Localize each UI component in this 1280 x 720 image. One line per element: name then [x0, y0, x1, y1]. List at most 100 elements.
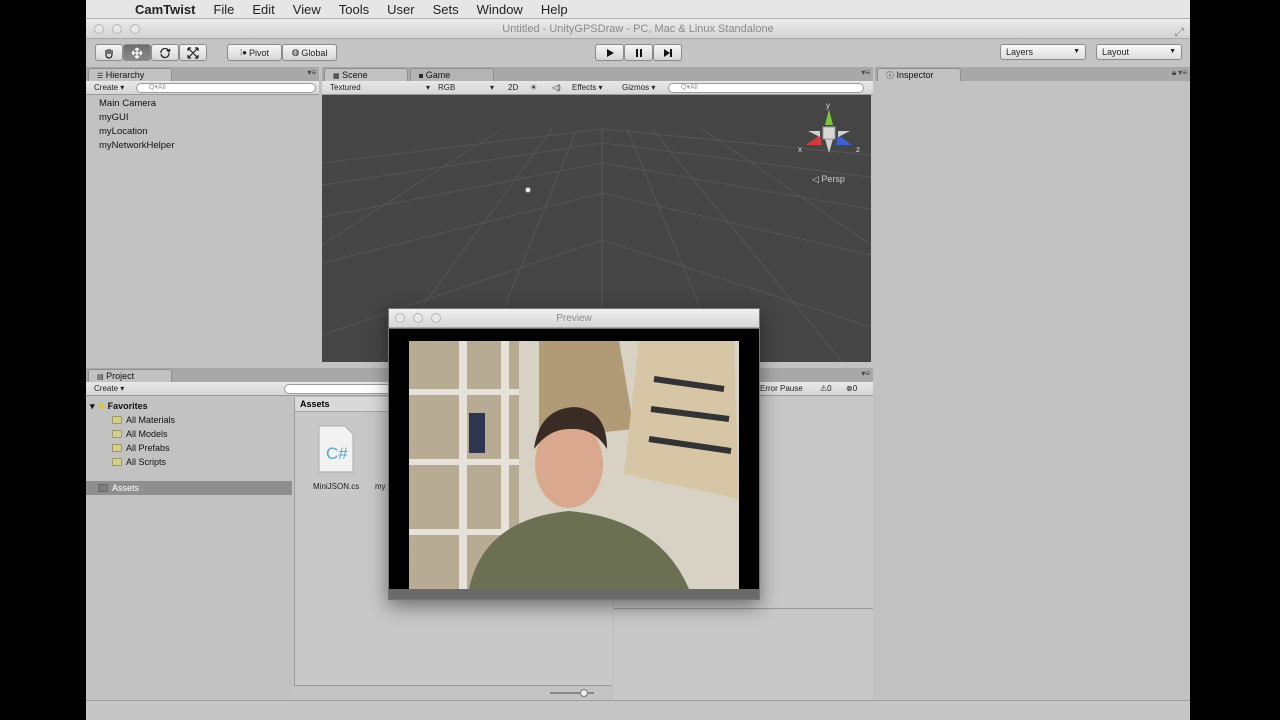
hierarchy-item-mynetworkhelper[interactable]: myNetworkHelper: [99, 140, 175, 151]
hand-tool-button[interactable]: [95, 44, 123, 61]
menu-edit[interactable]: Edit: [243, 2, 283, 17]
menu-help[interactable]: Help: [532, 2, 577, 17]
globe-icon: ◍: [291, 47, 300, 57]
hierarchy-subbar: Create ▾ Q▾All: [86, 81, 319, 95]
move-arrows-icon: [131, 47, 143, 58]
menu-tools[interactable]: Tools: [330, 2, 378, 17]
menu-user[interactable]: User: [378, 2, 423, 17]
search-folder-icon: [112, 430, 122, 438]
fullscreen-icon[interactable]: ⤢: [1174, 22, 1184, 42]
hierarchy-item-mylocation[interactable]: myLocation: [99, 126, 148, 137]
scene-object-marker[interactable]: [525, 187, 531, 193]
toggle-2d-label: 2D: [508, 83, 519, 92]
toggle-2d-button[interactable]: 2D: [508, 83, 518, 92]
effects-label: Effects: [572, 83, 597, 92]
console-detail-area[interactable]: [614, 610, 873, 700]
play-button[interactable]: [595, 44, 624, 61]
hierarchy-panel: ☰ Hierarchy ▾≡ Create ▾ Q▾All Main Camer…: [86, 67, 319, 363]
assets-tree-row[interactable]: Assets: [86, 481, 292, 495]
error-pause-label: Error Pause: [760, 384, 803, 393]
main-toolbar: ⁞● Pivot ◍ Global Layers ▼ Layout ▼: [86, 40, 1190, 67]
webcam-image: [409, 341, 739, 589]
tab-game[interactable]: ◙ Game: [410, 68, 494, 81]
tab-hierarchy-label: Hierarchy: [105, 70, 145, 80]
scene-tabstrip: ▦ Scene ◙ Game ▾≡: [322, 67, 873, 81]
hand-icon: [105, 48, 113, 59]
error-pause-toggle[interactable]: Error Pause: [760, 384, 803, 393]
shading-label: Textured: [330, 83, 361, 92]
error-count-badge[interactable]: ⊗0: [846, 384, 857, 393]
pivot-toggle[interactable]: ⁞● Pivot: [227, 44, 282, 61]
warning-count-badge[interactable]: ⚠0: [820, 384, 832, 393]
orientation-gizmo-icon[interactable]: y x z: [796, 101, 862, 161]
audio-icon[interactable]: ◁): [552, 83, 561, 92]
tab-hierarchy[interactable]: ☰ Hierarchy: [88, 68, 172, 81]
search-folder-icon: [112, 458, 122, 466]
favorites-header[interactable]: ▾ ★ Favorites: [90, 401, 148, 412]
rotate-icon: [160, 47, 171, 58]
render-mode-dropdown[interactable]: RGB: [438, 83, 455, 92]
layers-dropdown[interactable]: Layers ▼: [1000, 44, 1086, 60]
asset-file-name[interactable]: MiniJSON.cs: [313, 482, 359, 491]
project-search-input[interactable]: [284, 384, 404, 394]
scene-search-input[interactable]: Q▾All: [668, 83, 864, 93]
breadcrumb-label: Assets: [300, 399, 330, 409]
favorite-label: All Materials: [126, 415, 176, 425]
step-button[interactable]: [653, 44, 682, 61]
hierarchy-item-mygui[interactable]: myGUI: [99, 112, 129, 123]
project-create-button[interactable]: Create ▾: [94, 384, 124, 393]
menu-window[interactable]: Window: [468, 2, 532, 17]
preview-titlebar[interactable]: Preview: [389, 309, 759, 328]
tab-scene-label: Scene: [342, 70, 368, 80]
lighting-icon[interactable]: ☀: [530, 83, 537, 92]
play-icon: [606, 48, 614, 57]
preview-minimize-button[interactable]: [413, 313, 423, 323]
panel-menu-icon[interactable]: ▾≡: [307, 68, 316, 77]
tab-project[interactable]: ▤ Project: [88, 369, 172, 382]
lock-icon[interactable]: 🔒︎ ▾≡: [1172, 68, 1187, 78]
chevron-down-icon: ▾: [426, 83, 431, 92]
preview-zoom-button[interactable]: [431, 313, 441, 323]
menu-file[interactable]: File: [204, 2, 243, 17]
step-icon: [663, 48, 672, 57]
scale-icon: [187, 46, 199, 59]
hierarchy-search-input[interactable]: Q▾All: [136, 83, 316, 93]
scale-tool-button[interactable]: [179, 44, 207, 61]
hierarchy-create-button[interactable]: Create ▾: [94, 83, 124, 92]
zoom-window-button[interactable]: [130, 24, 140, 34]
close-window-button[interactable]: [94, 24, 104, 34]
svg-text:x: x: [798, 145, 802, 154]
move-tool-button[interactable]: [123, 44, 151, 61]
csharp-file-icon[interactable]: C#: [317, 424, 355, 474]
favorite-all-prefabs[interactable]: All Prefabs: [112, 443, 170, 453]
hierarchy-item-main-camera[interactable]: Main Camera: [99, 98, 156, 109]
global-toggle[interactable]: ◍ Global: [282, 44, 337, 61]
effects-dropdown[interactable]: Effects ▾: [572, 83, 603, 92]
project-tree: ▾ ★ Favorites All Materials All Models A…: [86, 397, 292, 700]
panel-menu-icon[interactable]: ▾≡: [861, 369, 870, 378]
minimize-window-button[interactable]: [112, 24, 122, 34]
tab-inspector[interactable]: ⓘ Inspector: [877, 68, 961, 81]
favorites-label: Favorites: [107, 401, 148, 411]
menu-sets[interactable]: Sets: [424, 2, 468, 17]
favorite-all-materials[interactable]: All Materials: [112, 415, 175, 425]
asset-file-name[interactable]: my: [375, 482, 386, 491]
preview-close-button[interactable]: [395, 313, 405, 323]
menu-view[interactable]: View: [284, 2, 330, 17]
shading-dropdown[interactable]: Textured: [330, 83, 361, 92]
pivot-icon: ⁞●: [239, 48, 248, 57]
favorite-all-scripts[interactable]: All Scripts: [112, 457, 166, 467]
gizmos-dropdown[interactable]: Gizmos ▾: [622, 83, 655, 92]
inspector-tabstrip: ⓘ Inspector 🔒︎ ▾≡: [875, 67, 1190, 81]
zoom-slider-thumb[interactable]: [580, 689, 588, 697]
rotate-tool-button[interactable]: [151, 44, 179, 61]
tab-scene[interactable]: ▦ Scene: [324, 68, 408, 81]
search-folder-icon: [112, 416, 122, 424]
panel-menu-icon[interactable]: ▾≡: [861, 68, 870, 77]
menu-camtwist[interactable]: CamTwist: [126, 2, 204, 17]
favorite-all-models[interactable]: All Models: [112, 429, 168, 439]
pause-button[interactable]: [624, 44, 653, 61]
persp-text: Persp: [821, 174, 845, 184]
perspective-label[interactable]: ◁ Persp: [812, 174, 845, 185]
layout-dropdown[interactable]: Layout ▼: [1096, 44, 1182, 60]
